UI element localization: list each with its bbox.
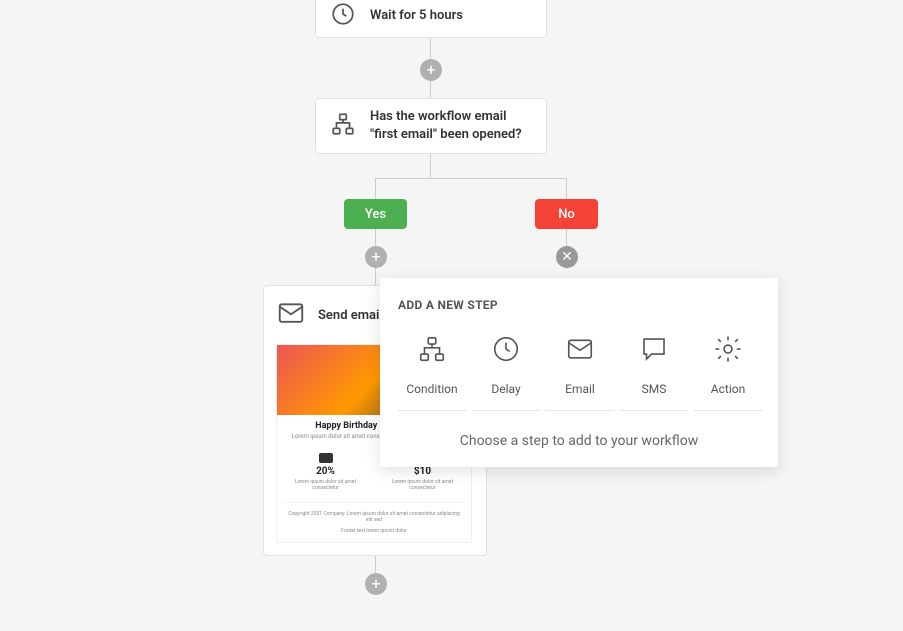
- connector: [375, 178, 567, 179]
- add-step-popover: ADD A NEW STEP Condition Delay E: [380, 278, 778, 467]
- option-condition[interactable]: Condition: [398, 330, 466, 411]
- clock-icon: [491, 334, 521, 368]
- truck-icon: [319, 453, 333, 463]
- option-delay[interactable]: Delay: [472, 330, 540, 411]
- option-email[interactable]: Email: [546, 330, 614, 411]
- branch-icon: [330, 111, 356, 141]
- gear-icon: [713, 334, 743, 368]
- option-action[interactable]: Action: [694, 330, 762, 411]
- email-col1-value: 20%: [283, 466, 368, 477]
- email-col2-value: $10: [380, 466, 465, 477]
- mail-icon: [565, 334, 595, 368]
- wait-node-label: Wait for 5 hours: [370, 7, 463, 25]
- branch-yes-label: Yes: [365, 207, 386, 222]
- add-step-button-yes[interactable]: +: [365, 246, 387, 268]
- connector: [566, 178, 567, 199]
- clock-icon: [330, 1, 356, 31]
- option-label: Email: [565, 382, 595, 396]
- popover-title: ADD A NEW STEP: [398, 298, 760, 312]
- branch-icon: [417, 334, 447, 368]
- branch-no[interactable]: No: [535, 199, 598, 229]
- option-label: Action: [711, 382, 745, 396]
- option-sms[interactable]: SMS: [620, 330, 688, 411]
- branch-yes[interactable]: Yes: [344, 199, 407, 229]
- option-label: SMS: [642, 382, 667, 396]
- email-footer-2: Footer text lorem ipsum dolor: [277, 526, 471, 542]
- email-col2-text: Lorem ipsum dolor sit amet consectetur: [380, 479, 465, 492]
- wait-node[interactable]: Wait for 5 hours: [315, 0, 547, 38]
- option-label: Condition: [406, 382, 457, 396]
- email-col1-text: Lorem ipsum dolor sit amet consectetur: [283, 479, 368, 492]
- speech-bubble-icon: [639, 334, 669, 368]
- condition-node-label: Has the workflow email "first email" bee…: [370, 108, 532, 143]
- add-step-button[interactable]: +: [420, 59, 442, 81]
- mail-icon: [276, 298, 306, 332]
- email-footer-1: Copyright 2021 Company. Lorem ipsum dolo…: [277, 505, 471, 526]
- connector: [430, 154, 431, 178]
- branch-no-label: No: [558, 207, 575, 222]
- option-label: Delay: [491, 382, 520, 396]
- condition-node[interactable]: Has the workflow email "first email" bee…: [315, 98, 547, 154]
- connector: [375, 178, 376, 199]
- popover-hint: Choose a step to add to your workflow: [398, 433, 760, 449]
- add-step-button-after-email[interactable]: +: [365, 573, 387, 595]
- close-branch-button[interactable]: ✕: [556, 246, 578, 268]
